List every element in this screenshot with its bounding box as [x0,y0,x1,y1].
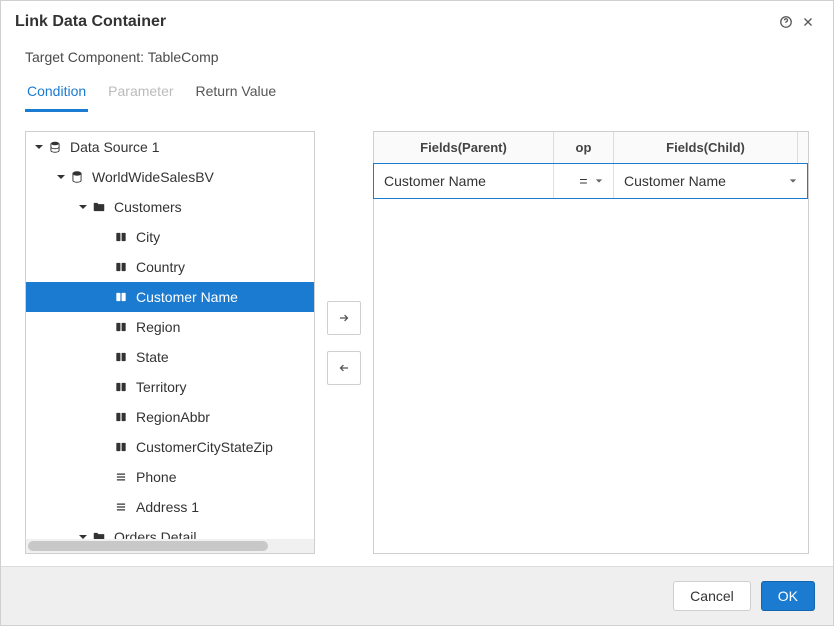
tab-condition[interactable]: Condition [25,77,88,112]
tree-node[interactable]: Phone [26,462,314,492]
field-icon [112,230,130,244]
chevron-down-icon [789,177,797,185]
cancel-button[interactable]: Cancel [673,581,751,611]
dialog-body: Data Source 1 WorldWideSalesBV Customers Ci… [1,113,833,566]
target-component-label: Target Component: TableComp [1,43,833,77]
tree-node-label: Customer Name [136,289,238,305]
col-fields-parent: Fields(Parent) [374,132,554,163]
col-fields-child: Fields(Child) [614,132,798,163]
close-icon[interactable] [797,11,819,33]
list-icon [112,470,130,484]
field-icon [112,290,130,304]
tree-node[interactable]: City [26,222,314,252]
tree-node[interactable]: Customer Name [26,282,314,312]
tree-node-label: State [136,349,169,365]
tree-node-label: Region [136,319,180,335]
caret-down-icon[interactable] [78,202,90,212]
chevron-down-icon [595,177,603,185]
field-icon [112,380,130,394]
remove-field-button[interactable] [327,351,361,385]
tree-node[interactable]: Data Source 1 [26,132,314,162]
tree-node-label: Address 1 [136,499,199,515]
db-icon [68,170,86,184]
tree-node-label: City [136,229,160,245]
tree-node-label: Customers [114,199,182,215]
datasource-icon [46,140,64,154]
field-icon [112,410,130,424]
help-icon[interactable] [775,11,797,33]
add-field-button[interactable] [327,301,361,335]
grid-row[interactable]: Customer Name = Customer Name [373,163,808,199]
ok-button[interactable]: OK [761,581,815,611]
caret-down-icon[interactable] [34,142,46,152]
tree-node[interactable]: Country [26,252,314,282]
tree-node-label: Territory [136,379,187,395]
tree-node[interactable]: State [26,342,314,372]
tree-node[interactable]: Region [26,312,314,342]
field-icon [112,440,130,454]
tree-node-label: RegionAbbr [136,409,210,425]
tree-node-label: Country [136,259,185,275]
tree-node[interactable]: Address 1 [26,492,314,522]
tree-horizontal-scrollbar[interactable] [26,539,314,553]
cell-operator[interactable]: = [554,164,614,198]
folder-icon [90,200,108,214]
field-icon [112,320,130,334]
data-source-tree[interactable]: Data Source 1 WorldWideSalesBV Customers Ci… [25,131,315,554]
tree-node-label: WorldWideSalesBV [92,169,214,185]
tree-node-label: Phone [136,469,176,485]
dialog-title: Link Data Container [15,13,166,31]
field-icon [112,260,130,274]
tab-return-value[interactable]: Return Value [194,77,279,112]
grid-header: Fields(Parent) op Fields(Child) [374,132,808,164]
list-icon [112,500,130,514]
link-fields-grid: Fields(Parent) op Fields(Child) Customer… [373,131,809,554]
link-data-container-dialog: Link Data Container Target Component: Ta… [0,0,834,626]
col-op: op [554,132,614,163]
tabs: Condition Parameter Return Value [1,77,833,113]
tree-node[interactable]: RegionAbbr [26,402,314,432]
cell-parent-field[interactable]: Customer Name [374,164,554,198]
grid-empty-area [374,199,808,553]
dialog-footer: Cancel OK [1,566,833,625]
tree-node-label: CustomerCityStateZip [136,439,273,455]
transfer-buttons [327,131,361,554]
titlebar: Link Data Container [1,1,833,43]
tree-node[interactable]: Territory [26,372,314,402]
tree-node[interactable]: Customers [26,192,314,222]
caret-down-icon[interactable] [56,172,68,182]
cell-child-field[interactable]: Customer Name [614,164,807,198]
field-icon [112,350,130,364]
tab-parameter: Parameter [106,77,175,112]
tree-node[interactable]: CustomerCityStateZip [26,432,314,462]
tree-node-label: Data Source 1 [70,139,160,155]
tree-node[interactable]: WorldWideSalesBV [26,162,314,192]
